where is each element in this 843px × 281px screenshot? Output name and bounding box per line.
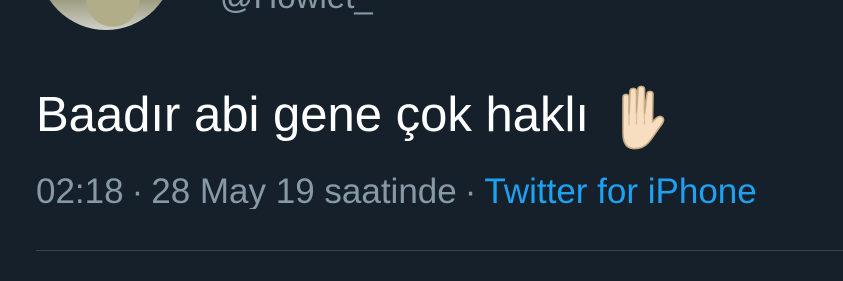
- avatar[interactable]: [38, 0, 174, 30]
- user-handle[interactable]: @Howlet_: [220, 0, 373, 16]
- divider: [36, 250, 843, 251]
- tweet-date[interactable]: 28 May 19 saatinde: [151, 174, 456, 209]
- tweet-source-link[interactable]: Twitter for iPhone: [484, 174, 756, 209]
- raised-hand-icon: [611, 85, 669, 151]
- tweet-body: Baadır abi gene çok haklı: [36, 82, 669, 151]
- meta-separator: ·: [464, 174, 477, 209]
- meta-separator: ·: [131, 174, 144, 209]
- tweet-meta: 02:18 · 28 May 19 saatinde · Twitter for iPh…: [36, 174, 843, 209]
- tweet-text: Baadır abi gene çok haklı: [36, 87, 589, 142]
- avatar-image: [38, 0, 174, 30]
- tweet-time[interactable]: 02:18: [36, 174, 124, 209]
